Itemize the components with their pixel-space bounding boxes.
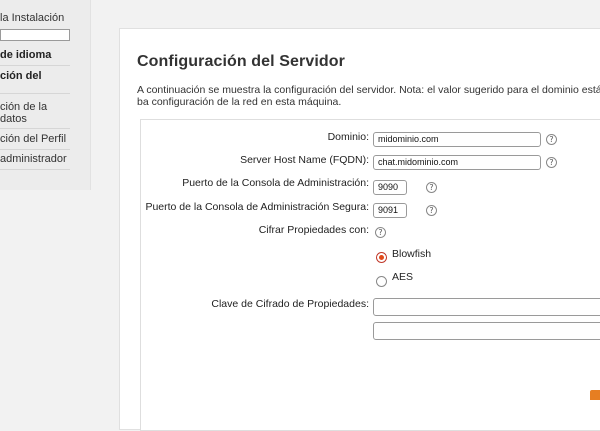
secure-port-label: Puerto de la Consola de Administración S… <box>145 201 369 213</box>
aes-radio[interactable] <box>376 276 387 287</box>
server-settings-form: Dominio: midominio.com ? Server Host Nam… <box>140 119 600 431</box>
blowfish-label: Blowfish <box>392 248 432 260</box>
aes-label: AES <box>392 271 414 283</box>
cipher-key-input[interactable] <box>373 298 600 316</box>
page-title: Configuración del Servidor <box>137 53 345 70</box>
cipher-key-label: Clave de Cifrado de Propiedades: <box>211 298 369 310</box>
sidebar-divider <box>0 169 70 170</box>
page-description: A continuación se muestra la configuraci… <box>137 84 600 108</box>
cipher-key-confirm-input[interactable] <box>373 322 600 340</box>
help-icon[interactable]: ? <box>546 134 557 145</box>
main-panel: Configuración del Servidor A continuació… <box>119 28 600 431</box>
sidebar-item-server-settings[interactable]: ción del <box>0 70 88 83</box>
fqdn-label: Server Host Name (FQDN): <box>240 154 369 166</box>
sidebar-divider <box>0 65 70 66</box>
sidebar-item-database-2[interactable]: datos <box>0 113 88 126</box>
sidebar-divider <box>0 149 70 150</box>
help-icon[interactable]: ? <box>426 182 437 193</box>
sidebar-search-input[interactable] <box>0 29 70 41</box>
help-icon[interactable]: ? <box>375 227 386 238</box>
sidebar-divider <box>0 93 70 94</box>
sidebar-item-profile[interactable]: ción del Perfil <box>0 133 88 146</box>
continue-button-edge[interactable] <box>590 390 600 400</box>
help-icon[interactable]: ? <box>426 205 437 216</box>
domain-label: Dominio: <box>327 131 369 143</box>
sidebar-nav: la Instalación de idioma ción del ción d… <box>0 0 91 190</box>
secure-port-input[interactable]: 9091 <box>373 203 407 218</box>
help-icon[interactable]: ? <box>546 157 557 168</box>
sidebar-divider <box>0 128 70 129</box>
blowfish-radio[interactable] <box>376 252 387 263</box>
sidebar-item-admin[interactable]: administrador <box>0 153 88 166</box>
admin-port-input[interactable]: 9090 <box>373 180 407 195</box>
sidebar-item-installation[interactable]: la Instalación <box>0 12 88 25</box>
fqdn-input[interactable]: chat.midominio.com <box>373 155 541 170</box>
sidebar-item-language[interactable]: de idioma <box>0 49 88 62</box>
admin-port-label: Puerto de la Consola de Administración: <box>182 177 369 189</box>
domain-input[interactable]: midominio.com <box>373 132 541 147</box>
cipher-label: Cifrar Propiedades con: <box>258 224 369 236</box>
